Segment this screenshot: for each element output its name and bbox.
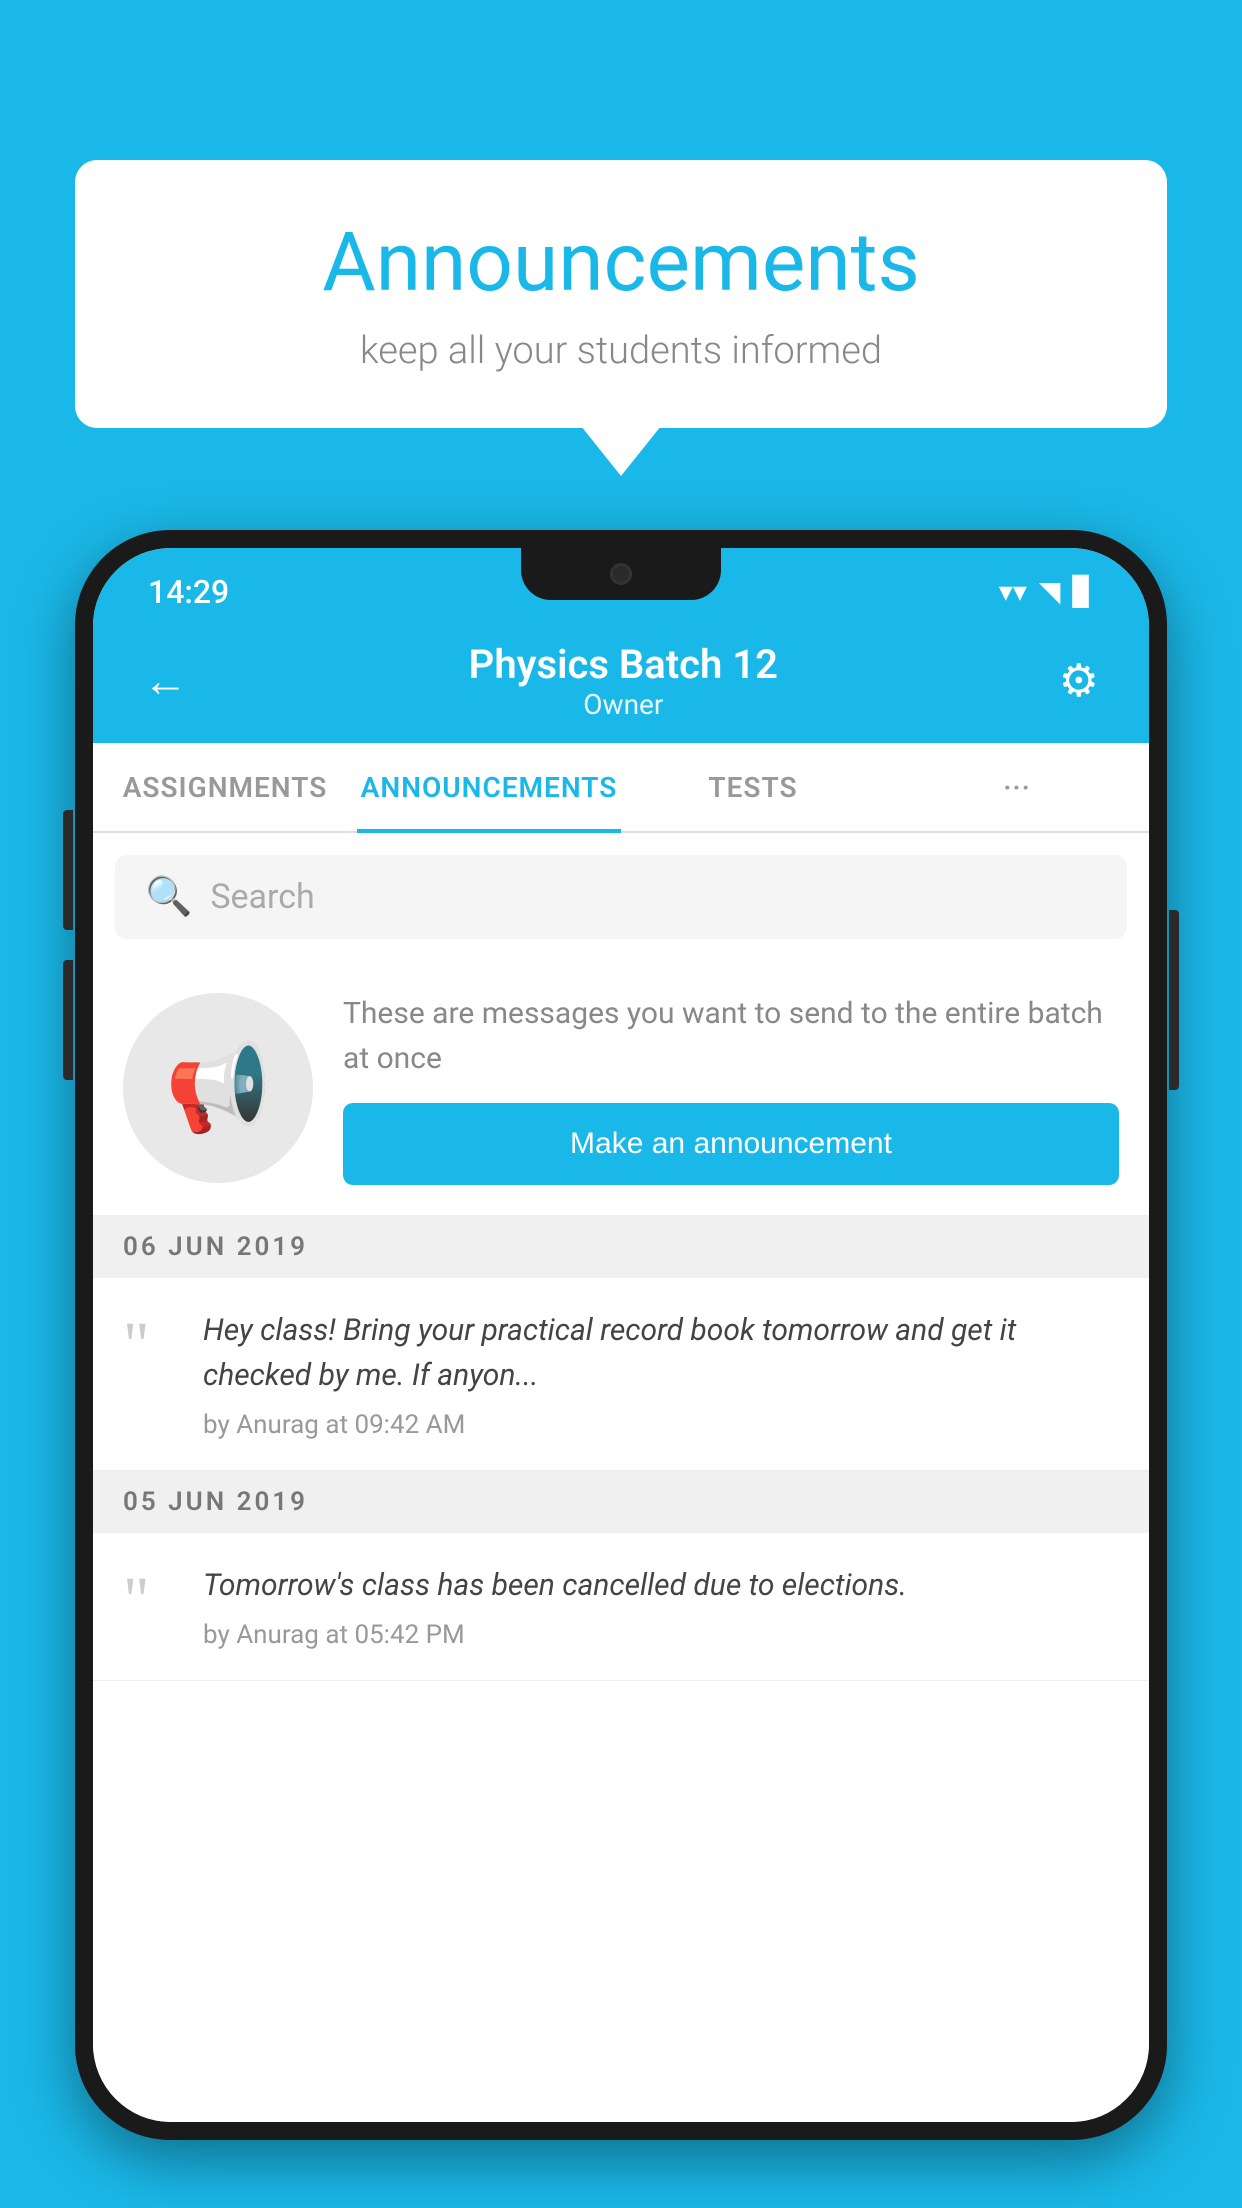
announcement-content-1: Hey class! Bring your practical record b… [203,1308,1119,1440]
side-btn-right [1169,910,1179,1090]
promo-icon-circle: 📢 [123,993,313,1183]
phone-notch [521,548,721,600]
tab-assignments[interactable]: ASSIGNMENTS [93,743,357,831]
announcement-meta-1: by Anurag at 09:42 AM [203,1410,1119,1440]
wifi-icon: ▾▾ [999,575,1027,608]
announcement-text-1: Hey class! Bring your practical record b… [203,1308,1119,1398]
bubble-subtitle: keep all your students informed [135,329,1107,373]
tab-bar: ASSIGNMENTS ANNOUNCEMENTS TESTS ··· [93,743,1149,833]
speech-bubble: Announcements keep all your students inf… [75,160,1167,428]
search-bar[interactable]: 🔍 Search [115,855,1127,939]
status-icons: ▾▾ ◥ ▊ [999,575,1094,608]
intro-section: Announcements keep all your students inf… [75,160,1167,428]
tab-more[interactable]: ··· [885,743,1149,831]
signal-icon: ◥ [1039,575,1061,608]
content-area: 🔍 Search 📢 These are messages you want t… [93,833,1149,2122]
app-bar: ← Physics Batch 12 Owner ⚙ [93,623,1149,743]
battery-icon: ▊ [1072,575,1094,608]
quote-icon-1: " [123,1313,178,1378]
camera-dot [610,563,632,585]
promo-description: These are messages you want to send to t… [343,991,1119,1081]
promo-right: These are messages you want to send to t… [343,991,1119,1185]
tab-announcements[interactable]: ANNOUNCEMENTS [357,743,621,831]
megaphone-icon: 📢 [165,1038,271,1138]
back-button[interactable]: ← [143,654,188,707]
tab-tests[interactable]: TESTS [621,743,885,831]
quote-icon-2: " [123,1568,178,1633]
status-time: 14:29 [148,573,229,611]
announcement-item-1[interactable]: " Hey class! Bring your practical record… [93,1278,1149,1471]
settings-icon[interactable]: ⚙ [1059,654,1099,707]
search-placeholder-text: Search [210,877,314,917]
announcement-text-2: Tomorrow's class has been cancelled due … [203,1563,1119,1608]
app-bar-subtitle: Owner [188,688,1059,721]
announcement-content-2: Tomorrow's class has been cancelled due … [203,1563,1119,1650]
date-separator-2: 05 JUN 2019 [93,1471,1149,1533]
side-btn-left2 [63,960,73,1080]
phone-mockup: 14:29 ▾▾ ◥ ▊ ← Physics Batch 12 Owner ⚙ [75,530,1167,2208]
phone-screen: 14:29 ▾▾ ◥ ▊ ← Physics Batch 12 Owner ⚙ [93,548,1149,2122]
side-btn-left [63,810,73,930]
date-separator-1: 06 JUN 2019 [93,1216,1149,1278]
promo-card: 📢 These are messages you want to send to… [93,961,1149,1216]
search-icon: 🔍 [145,875,192,919]
app-bar-title: Physics Batch 12 [188,641,1059,688]
app-bar-center: Physics Batch 12 Owner [188,641,1059,721]
make-announcement-button[interactable]: Make an announcement [343,1103,1119,1185]
announcement-item-2[interactable]: " Tomorrow's class has been cancelled du… [93,1533,1149,1681]
announcement-meta-2: by Anurag at 05:42 PM [203,1620,1119,1650]
phone-outer: 14:29 ▾▾ ◥ ▊ ← Physics Batch 12 Owner ⚙ [75,530,1167,2140]
bubble-title: Announcements [135,215,1107,311]
